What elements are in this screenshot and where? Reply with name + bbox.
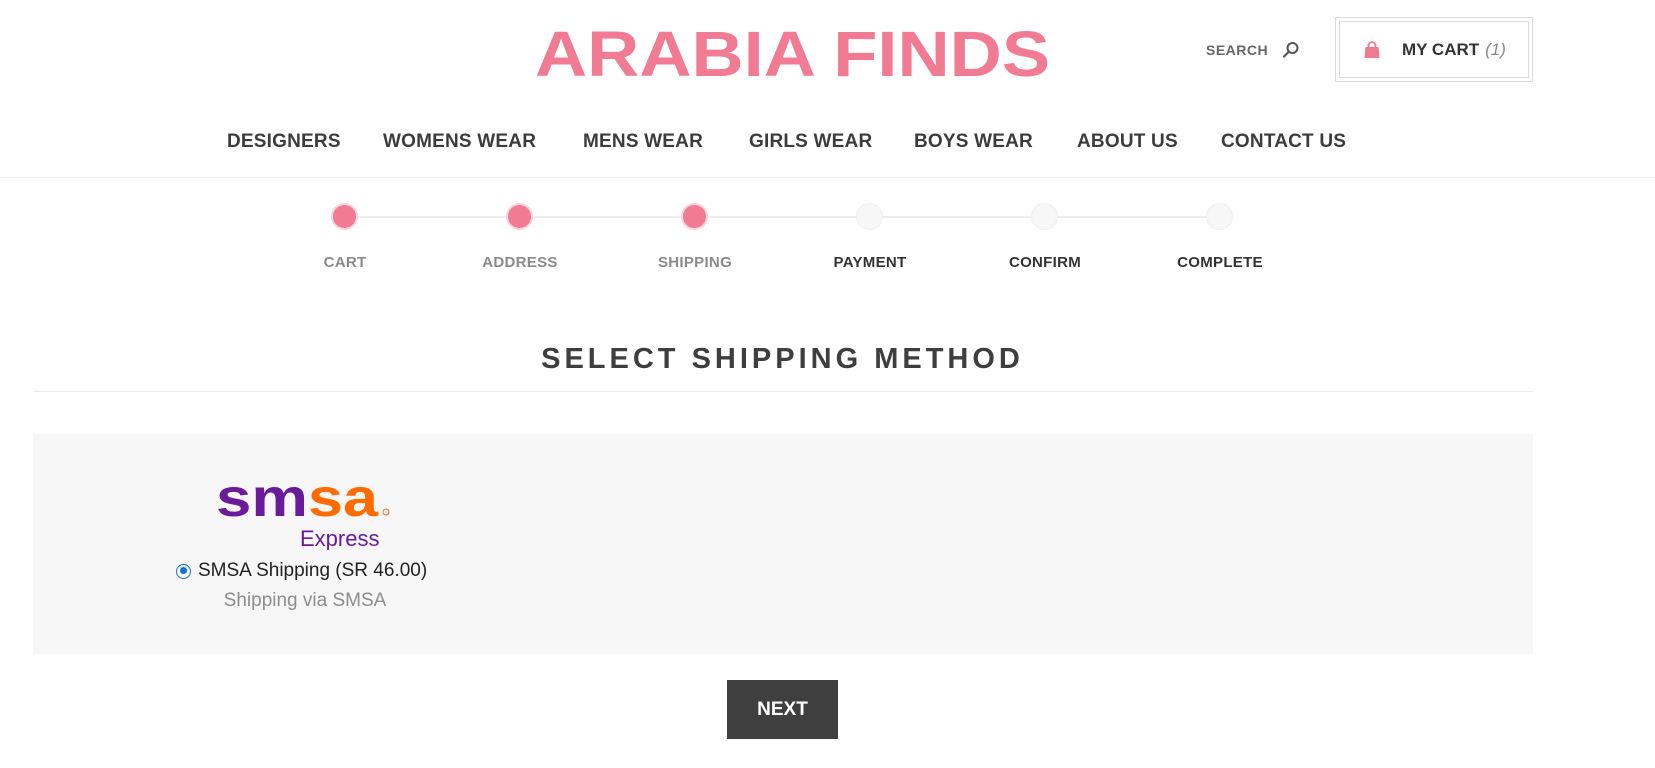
step-dot-cart — [331, 203, 358, 230]
smsa-shipping-label: SMSA Shipping (SR 46.00) — [198, 560, 428, 581]
search-toggle[interactable]: SEARCH — [1206, 40, 1300, 60]
step-dot-address — [506, 203, 533, 230]
step-label-address: ADDRESS — [482, 254, 558, 271]
step-dot-confirm — [1031, 203, 1058, 230]
step-label-confirm: CONFIRM — [1008, 254, 1082, 271]
step-dot-complete — [1206, 203, 1233, 230]
step-label-cart: CART — [323, 254, 367, 271]
svg-text:sm: sm — [216, 474, 308, 528]
search-icon — [1282, 41, 1300, 59]
nav-girls-wear[interactable]: GIRLS WEAR — [749, 131, 872, 153]
shopping-bag-icon — [1363, 40, 1381, 59]
step-dot-shipping — [681, 203, 708, 230]
nav-boys-wear[interactable]: BOYS WEAR — [914, 131, 1033, 153]
title-divider — [33, 391, 1533, 392]
step-dot-payment — [856, 203, 883, 230]
step-label-complete: COMPLETE — [1177, 254, 1263, 271]
next-button[interactable]: NEXT — [727, 680, 838, 739]
cart-label: MY CART — [1402, 39, 1480, 59]
step-label-shipping: SHIPPING — [657, 254, 733, 271]
my-cart-button[interactable]: MY CART (1) — [1335, 17, 1533, 82]
nav-contact-us[interactable]: CONTACT US — [1221, 131, 1346, 153]
main-nav: DESIGNERS WOMENS WEAR MENS WEAR GIRLS WE… — [0, 131, 1655, 159]
nav-designers[interactable]: DESIGNERS — [227, 131, 341, 153]
brand-logo[interactable]: ARABIA FINDS — [535, 18, 1050, 82]
svg-text:ARABIA FINDS: ARABIA FINDS — [535, 18, 1050, 82]
page-title: SELECT SHIPPING METHOD — [541, 343, 1024, 375]
smsa-express-logo: sm sa Express — [216, 474, 396, 550]
cart-count: (1) — [1485, 39, 1506, 59]
progress-line — [345, 216, 1220, 218]
nav-womens-wear[interactable]: WOMENS WEAR — [383, 131, 536, 153]
search-label: SEARCH — [1206, 42, 1269, 58]
nav-mens-wear[interactable]: MENS WEAR — [583, 131, 703, 153]
smsa-shipping-radio[interactable] — [176, 563, 191, 579]
smsa-shipping-option[interactable]: SMSA Shipping (SR 46.00) — [176, 560, 427, 582]
svg-text:sa: sa — [308, 474, 379, 528]
svg-text:Express: Express — [300, 526, 379, 550]
shipping-method-panel: sm sa Express SMSA Shipping (SR 46.00) S… — [33, 434, 1533, 654]
step-label-payment: PAYMENT — [833, 254, 907, 271]
brand-logo-mark: ARABIA FINDS — [535, 18, 1050, 82]
site-header: ARABIA FINDS SEARCH MY CART (1) DESIGNER… — [0, 0, 1655, 178]
checkout-progress: CART ADDRESS SHIPPING PAYMENT CONFIRM CO… — [0, 190, 1655, 280]
shipping-method-description: Shipping via SMSA — [223, 590, 387, 611]
nav-about-us[interactable]: ABOUT US — [1077, 131, 1178, 153]
